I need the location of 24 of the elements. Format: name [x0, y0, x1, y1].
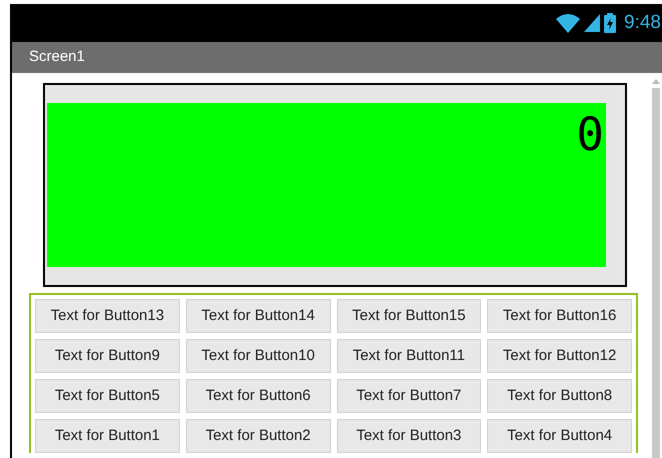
keypad-button[interactable]: Text for Button13: [35, 299, 180, 333]
keypad-button[interactable]: Text for Button6: [186, 379, 330, 413]
keypad-button[interactable]: Text for Button9: [35, 339, 180, 373]
battery-icon: [604, 13, 616, 33]
keypad-button[interactable]: Text for Button1: [35, 419, 180, 453]
scroll-up-icon[interactable]: [652, 79, 660, 84]
keypad-button[interactable]: Text for Button16: [487, 299, 632, 333]
wifi-icon: [556, 13, 580, 33]
keypad-button[interactable]: Text for Button14: [186, 299, 330, 333]
keypad-button[interactable]: Text for Button11: [336, 339, 482, 373]
keypad-button[interactable]: Text for Button7: [336, 379, 482, 413]
keypad-button[interactable]: Text for Button3: [336, 419, 482, 453]
keypad-button[interactable]: Text for Button4: [487, 419, 632, 453]
keypad-button[interactable]: Text for Button8: [487, 379, 632, 413]
keypad-button[interactable]: Text for Button12: [487, 339, 632, 373]
signal-icon: [584, 14, 600, 32]
keypad-button[interactable]: Text for Button10: [186, 339, 330, 373]
keypad-button[interactable]: Text for Button15: [336, 299, 482, 333]
clock-time: 9:48: [624, 10, 661, 35]
display-value: 0: [576, 111, 604, 157]
keypad-button[interactable]: Text for Button5: [35, 379, 180, 413]
screen-title: Screen1: [29, 47, 85, 68]
keypad-button[interactable]: Text for Button2: [186, 419, 330, 453]
scrollbar-thumb[interactable]: [652, 88, 660, 458]
